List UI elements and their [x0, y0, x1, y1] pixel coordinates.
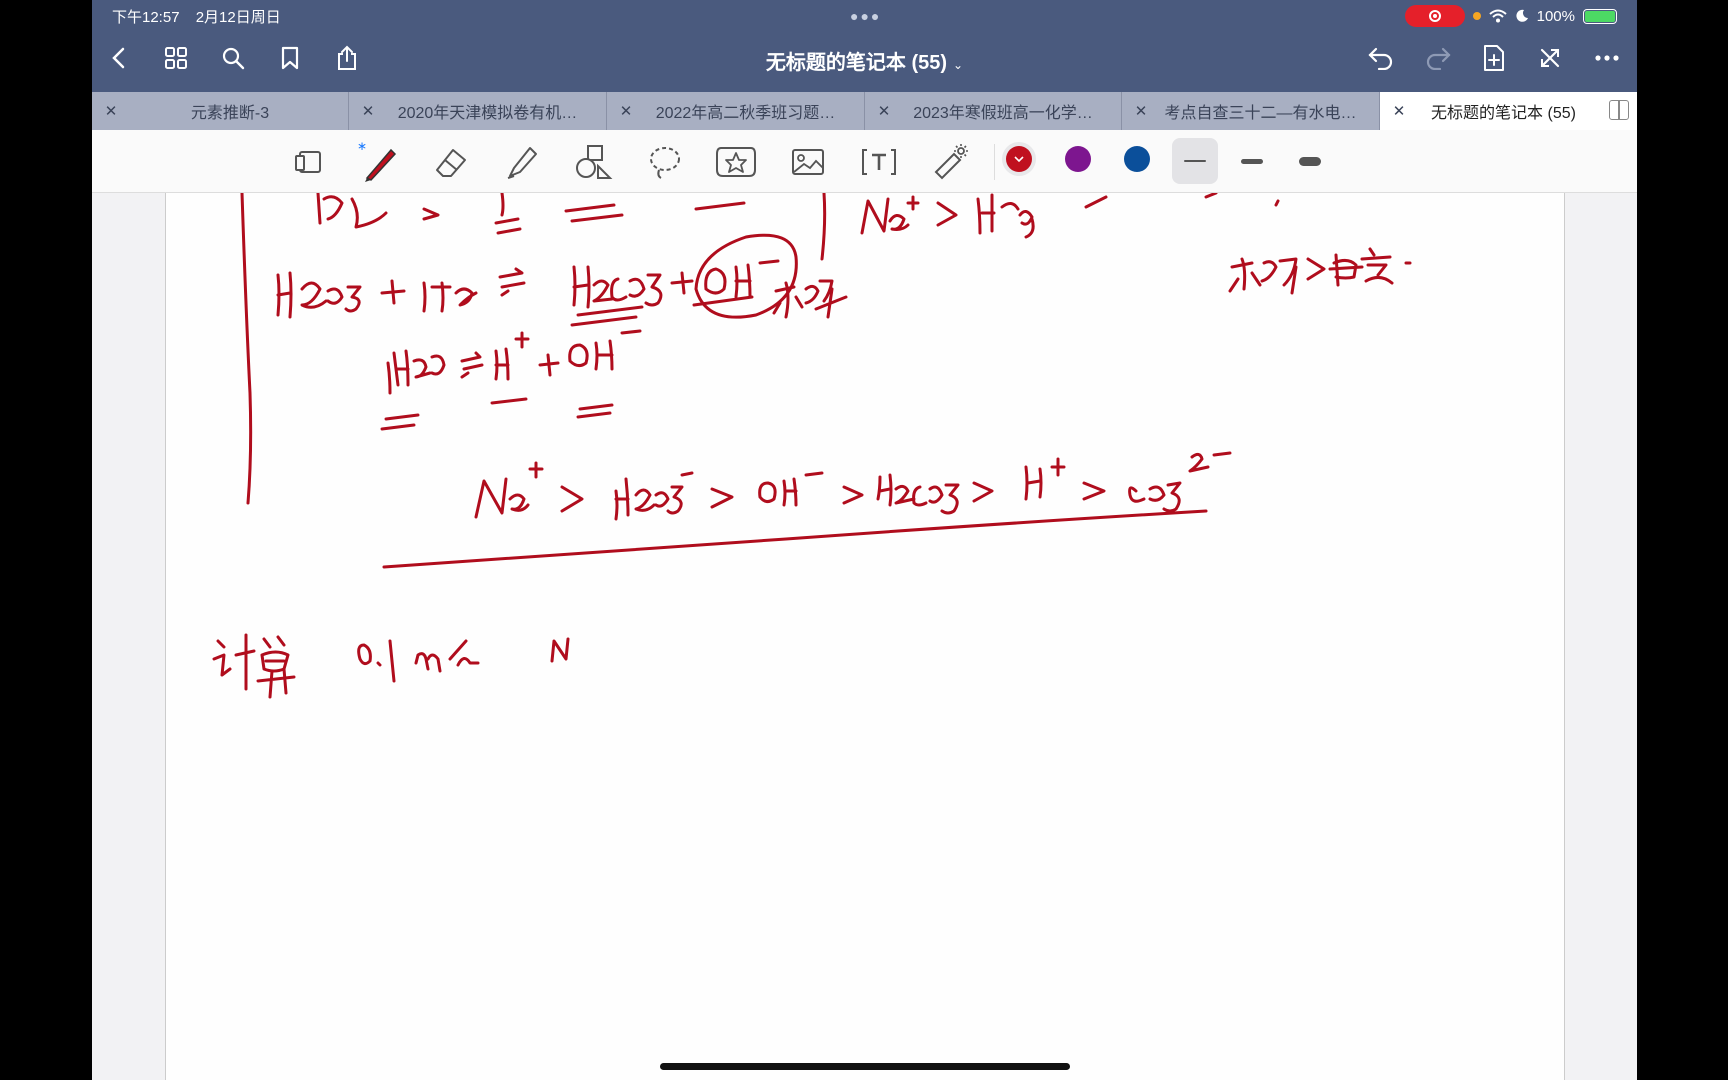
home-indicator[interactable]	[660, 1063, 1070, 1070]
status-date: 2月12日周日	[195, 9, 281, 26]
stroke-width-thin[interactable]	[1172, 138, 1218, 184]
lasso-icon[interactable]	[643, 140, 687, 184]
page-settings-icon[interactable]	[287, 140, 331, 184]
pen-icon[interactable]: ∗	[357, 140, 401, 184]
tab-label: 2022年高二秋季班习题…	[655, 105, 836, 122]
tab-item[interactable]: ✕ 考点自查三十二—有水电…	[1122, 92, 1380, 130]
eraser-icon[interactable]	[429, 140, 473, 184]
tab-item-active[interactable]: ✕ 无标题的笔记本 (55)	[1380, 92, 1637, 130]
shapes-icon[interactable]	[572, 140, 616, 184]
redo-icon[interactable]	[1422, 42, 1454, 74]
close-tab-icon[interactable]: ✕	[615, 102, 637, 120]
stroke-width-medium[interactable]	[1229, 138, 1275, 184]
chevron-down-icon: ⌄	[953, 58, 964, 72]
moon-icon	[1516, 9, 1528, 22]
color-swatch-red[interactable]	[1006, 146, 1032, 172]
split-view-icon[interactable]	[1609, 100, 1629, 120]
tab-label: 无标题的笔记本 (55)	[1431, 105, 1576, 122]
sticker-icon[interactable]	[714, 140, 758, 184]
tab-item[interactable]: ✕ 2023年寒假班高一化学…	[865, 92, 1122, 130]
screen-recording-indicator[interactable]	[1404, 5, 1465, 27]
close-tab-icon[interactable]: ✕	[1388, 102, 1410, 120]
highlighter-icon[interactable]	[500, 140, 544, 184]
tab-bar: ✕ 元素推断-3 ✕ 2020年天津模拟卷有机… ✕ 2022年高二秋季班习题… ✕ 2…	[92, 92, 1637, 130]
status-bar-right: 100%	[1404, 5, 1617, 27]
mic-indicator-icon	[1472, 12, 1481, 20]
record-icon	[1428, 10, 1441, 22]
status-time: 下午12:57	[112, 9, 180, 26]
laser-pointer-icon[interactable]	[928, 140, 972, 184]
collapse-toolbar-icon[interactable]	[1534, 42, 1566, 74]
chevron-down-icon	[1014, 156, 1024, 163]
color-swatch-blue[interactable]	[1124, 146, 1150, 172]
drawing-toolbar: ∗	[92, 130, 1637, 193]
document-title[interactable]: 无标题的笔记本 (55) ⌄	[92, 46, 1637, 75]
svg-text:∗: ∗	[357, 140, 367, 153]
close-tab-icon[interactable]: ✕	[1130, 102, 1152, 120]
tab-label: 2020年天津模拟卷有机…	[397, 105, 578, 122]
tab-label: 元素推断-3	[190, 105, 270, 122]
undo-icon[interactable]	[1365, 42, 1397, 74]
multitasking-dots-icon[interactable]: ●●●	[850, 8, 881, 24]
stroke-width-thick[interactable]	[1287, 138, 1333, 184]
tab-item[interactable]: ✕ 元素推断-3	[92, 92, 349, 130]
toolbar-divider	[994, 144, 995, 180]
status-bar-left: 下午12:57 2月12日周日	[112, 6, 293, 27]
tab-label: 2023年寒假班高一化学…	[913, 105, 1093, 122]
close-tab-icon[interactable]: ✕	[100, 102, 122, 120]
handwritten-notes	[212, 191, 1412, 699]
battery-percent: 100%	[1536, 7, 1575, 25]
more-icon[interactable]	[1591, 42, 1623, 74]
image-icon[interactable]	[786, 140, 830, 184]
wifi-icon	[1488, 9, 1507, 23]
add-page-icon[interactable]	[1478, 42, 1510, 74]
tab-item[interactable]: ✕ 2020年天津模拟卷有机…	[349, 92, 607, 130]
color-swatch-purple[interactable]	[1065, 146, 1091, 172]
close-tab-icon[interactable]: ✕	[873, 102, 895, 120]
top-bar: 下午12:57 2月12日周日 ●●● 100% 无标题的笔记本 (55) ⌄	[92, 0, 1637, 92]
app-screen: 下午12:57 2月12日周日 ●●● 100% 无标题的笔记本 (55) ⌄ …	[92, 0, 1637, 1080]
text-icon[interactable]	[857, 140, 901, 184]
battery-icon	[1583, 8, 1617, 24]
tab-label: 考点自查三十二—有水电…	[1164, 105, 1357, 122]
tab-item[interactable]: ✕ 2022年高二秋季班习题…	[607, 92, 865, 130]
notebook-page[interactable]	[165, 191, 1565, 1080]
document-title-text: 无标题的笔记本 (55)	[765, 52, 948, 74]
close-tab-icon[interactable]: ✕	[357, 102, 379, 120]
